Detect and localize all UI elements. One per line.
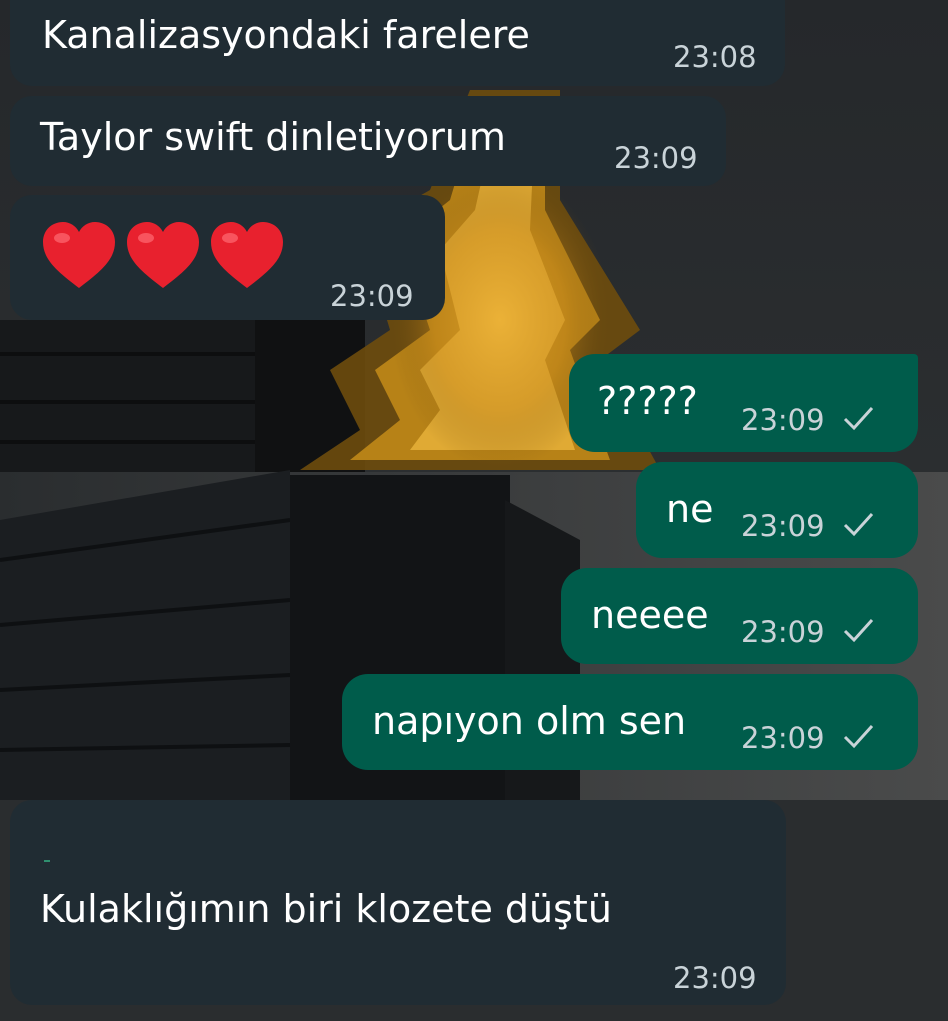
incoming-message[interactable]: Kanalizasyondaki farelere 23:08 [10,0,785,86]
single-check-icon [843,724,874,749]
message-text: neeee [591,593,709,637]
outgoing-message[interactable]: ne 23:09 [636,462,918,558]
message-timestamp: 23:09 [741,615,825,649]
incoming-message[interactable]: Taylor swift dinletiyorum 23:09 [10,96,726,186]
incoming-message[interactable]: Kulaklığımın biri klozete düştü 23:09 [10,800,786,1005]
message-text: ????? [597,379,698,423]
message-timestamp: 23:08 [673,40,757,74]
message-list: Kanalizasyondaki farelere 23:08 Taylor s… [0,0,948,1021]
message-timestamp: 23:09 [330,279,414,313]
message-text: napıyon olm sen [372,699,687,743]
message-timestamp: 23:09 [614,141,698,175]
outgoing-message[interactable]: napıyon olm sen 23:09 [342,674,918,770]
emoji-row [40,220,286,290]
single-check-icon [843,618,874,643]
single-check-icon [843,512,874,537]
message-timestamp: 23:09 [673,961,757,995]
incoming-message[interactable]: 23:09 [10,195,445,320]
message-text: Kulaklığımın biri klozete düştü [40,887,612,931]
single-check-icon [843,406,874,431]
sender-indicator [44,860,50,862]
message-timestamp: 23:09 [741,509,825,543]
heart-emoji [211,222,283,288]
message-text: Kanalizasyondaki farelere [42,13,530,57]
message-timestamp: 23:09 [741,403,825,437]
heart-emoji [43,222,115,288]
message-text: Taylor swift dinletiyorum [40,115,506,159]
message-text: ne [666,487,714,531]
outgoing-message[interactable]: neeee 23:09 [561,568,918,664]
outgoing-message[interactable]: ????? 23:09 [569,354,918,452]
message-timestamp: 23:09 [741,721,825,755]
heart-emoji [127,222,199,288]
